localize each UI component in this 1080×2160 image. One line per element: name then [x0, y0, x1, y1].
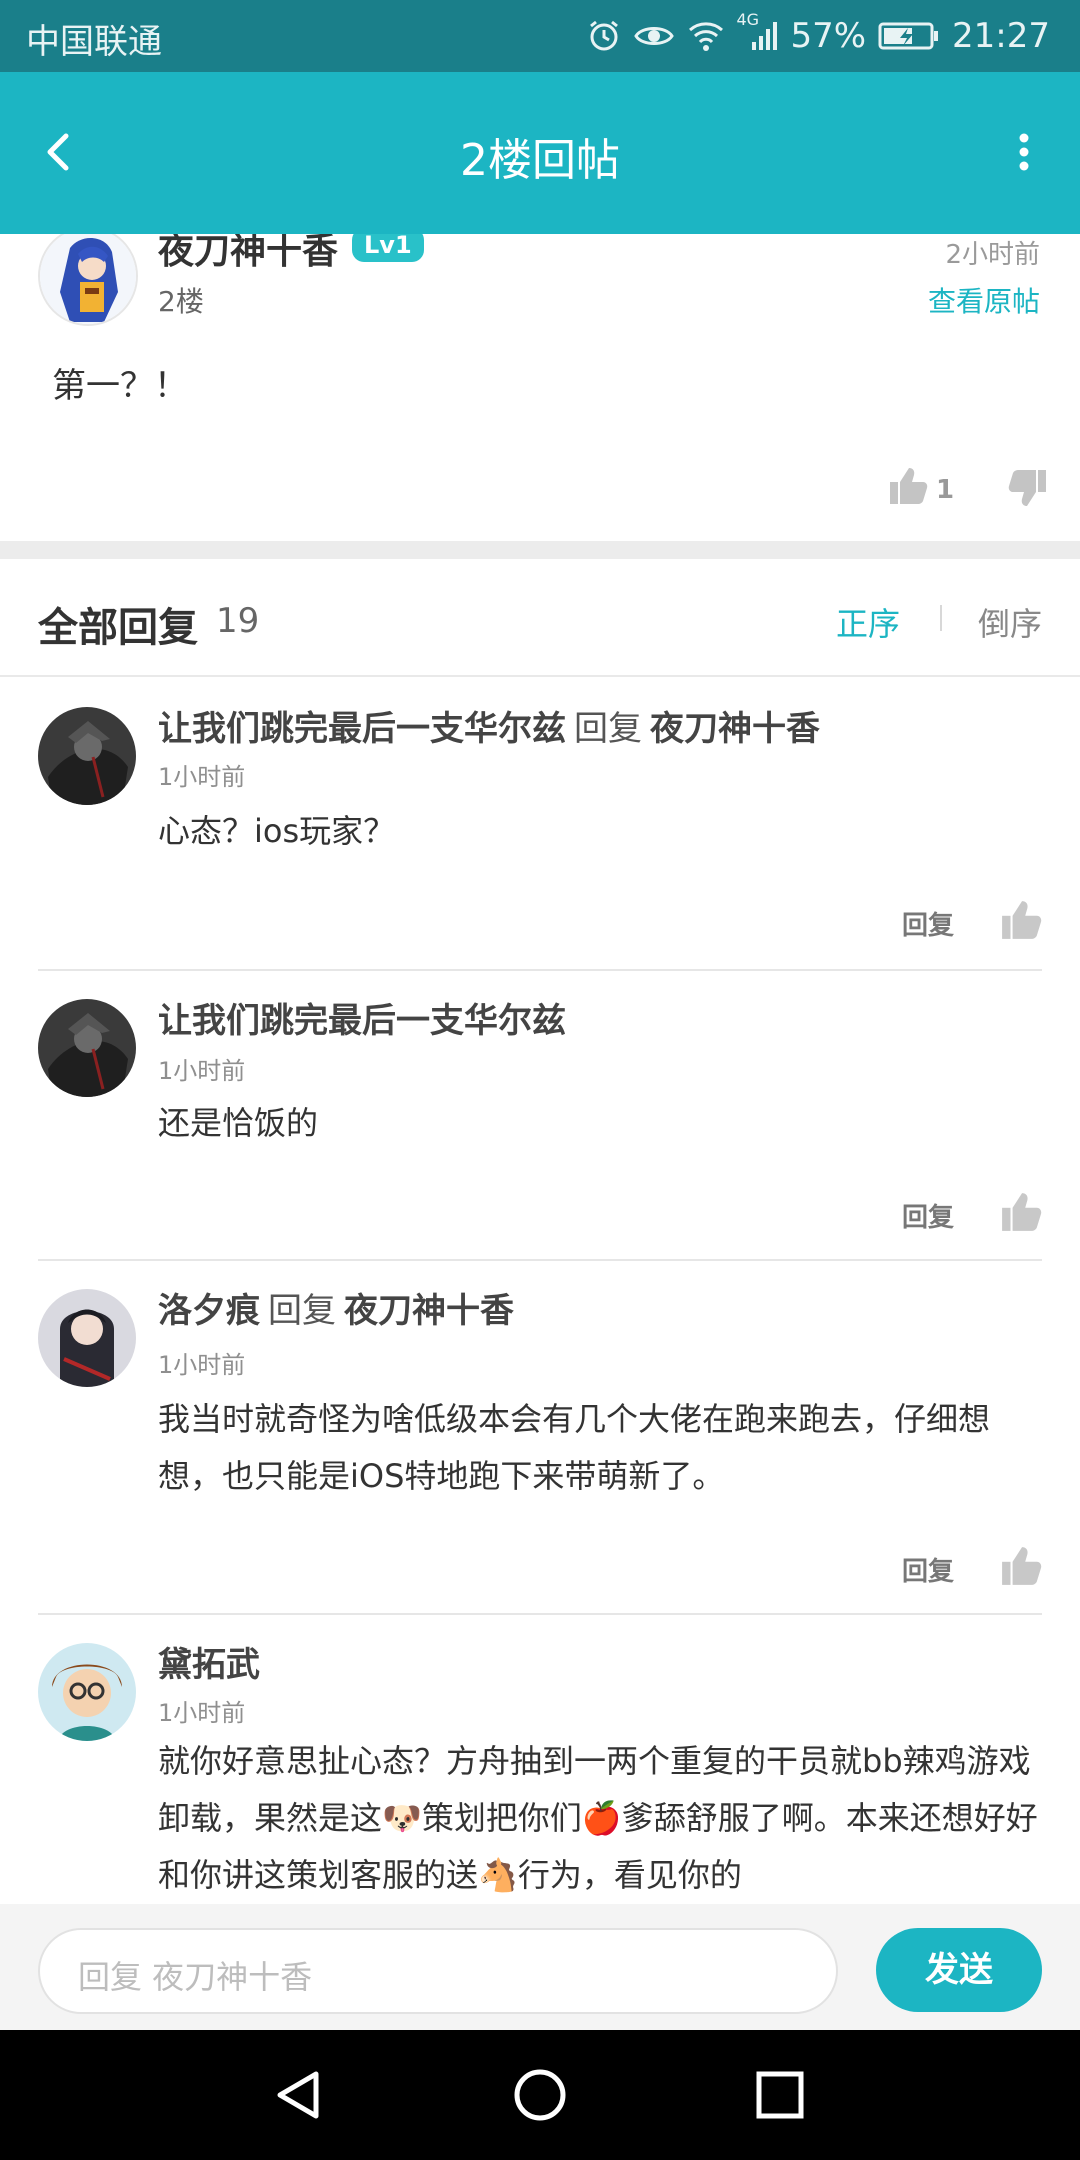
- battery-icon: [878, 20, 940, 52]
- thumbs-up-icon[interactable]: [1000, 899, 1042, 945]
- nav-home-icon[interactable]: [505, 2060, 575, 2130]
- reply-header: 让我们跳完最后一支华尔兹 回复 夜刀神十香: [158, 701, 820, 750]
- reply-button[interactable]: 回复: [902, 905, 954, 942]
- reply-input-placeholder: 回复 夜刀神十香: [78, 1958, 313, 1996]
- avatar[interactable]: [38, 707, 136, 805]
- reply-author[interactable]: 让我们跳完最后一支华尔兹: [158, 709, 566, 749]
- reply-word: 回复: [268, 1291, 336, 1331]
- nav-back-icon[interactable]: [264, 2060, 334, 2130]
- avatar[interactable]: [38, 999, 136, 1097]
- floor-number: 2楼: [158, 285, 204, 318]
- reply-time: 1小时前: [158, 1699, 246, 1727]
- thumbs-down-icon[interactable]: [1008, 468, 1048, 512]
- reply-text: 我当时就奇怪为啥低级本会有几个大佬在跑来跑去，仔细想想，也只能是iOS特地跑下来…: [158, 1400, 991, 1495]
- reply-button[interactable]: 回复: [902, 1197, 954, 1234]
- reply-target[interactable]: 夜刀神十香: [344, 1291, 514, 1331]
- reply-input-bar: 回复 夜刀神十香 发送: [0, 1904, 1080, 2030]
- nav-recents-icon[interactable]: [745, 2060, 815, 2130]
- reply-input[interactable]: 回复 夜刀神十香: [38, 1928, 838, 2014]
- thumbs-up-icon[interactable]: [1000, 1191, 1042, 1237]
- replies-label: 全部回复: [38, 605, 198, 651]
- reply-word: 回复: [574, 709, 642, 749]
- reply-author[interactable]: 让我们跳完最后一支华尔兹: [158, 1001, 566, 1041]
- reply-time: 1小时前: [158, 763, 246, 791]
- clock: 21:27: [952, 16, 1050, 56]
- avatar[interactable]: [38, 226, 138, 326]
- sort-ascending-tab[interactable]: 正序: [836, 599, 900, 645]
- signal-icon: 4G: [736, 10, 778, 54]
- reply-time: 1小时前: [158, 1057, 246, 1085]
- section-divider: [0, 541, 1080, 559]
- reply-author[interactable]: 洛夕痕: [158, 1291, 260, 1331]
- post-time: 2小时前: [945, 240, 1040, 270]
- reply-time: 1小时前: [158, 1351, 246, 1379]
- avatar[interactable]: [38, 1289, 136, 1387]
- original-post: 夜刀神十香 Lv1 2小时前 2楼 查看原帖 第一？！ 1: [0, 226, 1080, 541]
- like-button[interactable]: 1: [888, 466, 954, 513]
- reply-button[interactable]: 回复: [902, 1551, 954, 1588]
- status-icons: 4G 57% 21:27: [586, 10, 1050, 60]
- thumbs-up-icon[interactable]: [1000, 1545, 1042, 1591]
- sort-separator: [940, 605, 942, 631]
- reply-author[interactable]: 黛拓武: [158, 1645, 260, 1685]
- like-count: 1: [936, 474, 955, 505]
- status-bar: 中国联通 4G 57% 21:27: [0, 0, 1080, 72]
- eye-icon: [634, 18, 675, 54]
- reply-target[interactable]: 夜刀神十香: [650, 709, 820, 749]
- screen: 中国联通 4G 57% 21:27 2楼回帖 夜刀神十香 Lv1 2小时前 2楼…: [0, 0, 1080, 2160]
- more-vertical-icon[interactable]: [1004, 122, 1044, 182]
- avatar[interactable]: [38, 1643, 136, 1741]
- page-title: 2楼回帖: [460, 135, 620, 186]
- battery-percent: 57%: [790, 16, 867, 56]
- reply-item: 洛夕痕 回复 夜刀神十香 1小时前 我当时就奇怪为啥低级本会有几个大佬在跑来跑去，仔…: [0, 1261, 1080, 1615]
- replies-count: 19: [216, 601, 260, 641]
- reply-header: 洛夕痕 回复 夜刀神十香: [158, 1283, 514, 1332]
- view-original-link[interactable]: 查看原帖: [928, 280, 1040, 320]
- reply-item: 黛拓武 1小时前 就你好意思扯心态？方舟抽到一两个重复的干员就bb辣鸡游戏卸载，…: [0, 1615, 1080, 1904]
- reply-text: 就你好意思扯心态？方舟抽到一两个重复的干员就bb辣鸡游戏卸载，果然是这🐶策划把你…: [158, 1742, 1038, 1894]
- reply-header: 黛拓武: [158, 1637, 260, 1686]
- carrier-label: 中国联通: [26, 22, 162, 62]
- replies-header: 全部回复 19 正序 倒序: [0, 559, 1080, 677]
- system-nav-bar: [0, 2030, 1080, 2160]
- sort-descending-tab[interactable]: 倒序: [978, 599, 1042, 645]
- reply-text: 心态？ios玩家？: [158, 812, 396, 850]
- network-type-label: 4G: [736, 10, 760, 29]
- wifi-icon: [686, 18, 726, 54]
- post-content: 第一？！: [52, 366, 188, 406]
- thumbs-up-icon: [888, 466, 928, 513]
- reply-text: 还是恰饭的: [158, 1104, 319, 1142]
- reply-header: 让我们跳完最后一支华尔兹: [158, 993, 566, 1042]
- top-app-bar: 2楼回帖: [0, 72, 1080, 234]
- alarm-icon: [586, 18, 622, 54]
- reply-item: 让我们跳完最后一支华尔兹 回复 夜刀神十香 1小时前 心态？ios玩家？ 回复: [0, 679, 1080, 971]
- reply-item: 让我们跳完最后一支华尔兹 1小时前 还是恰饭的 回复: [0, 971, 1080, 1261]
- send-button[interactable]: 发送: [876, 1928, 1042, 2012]
